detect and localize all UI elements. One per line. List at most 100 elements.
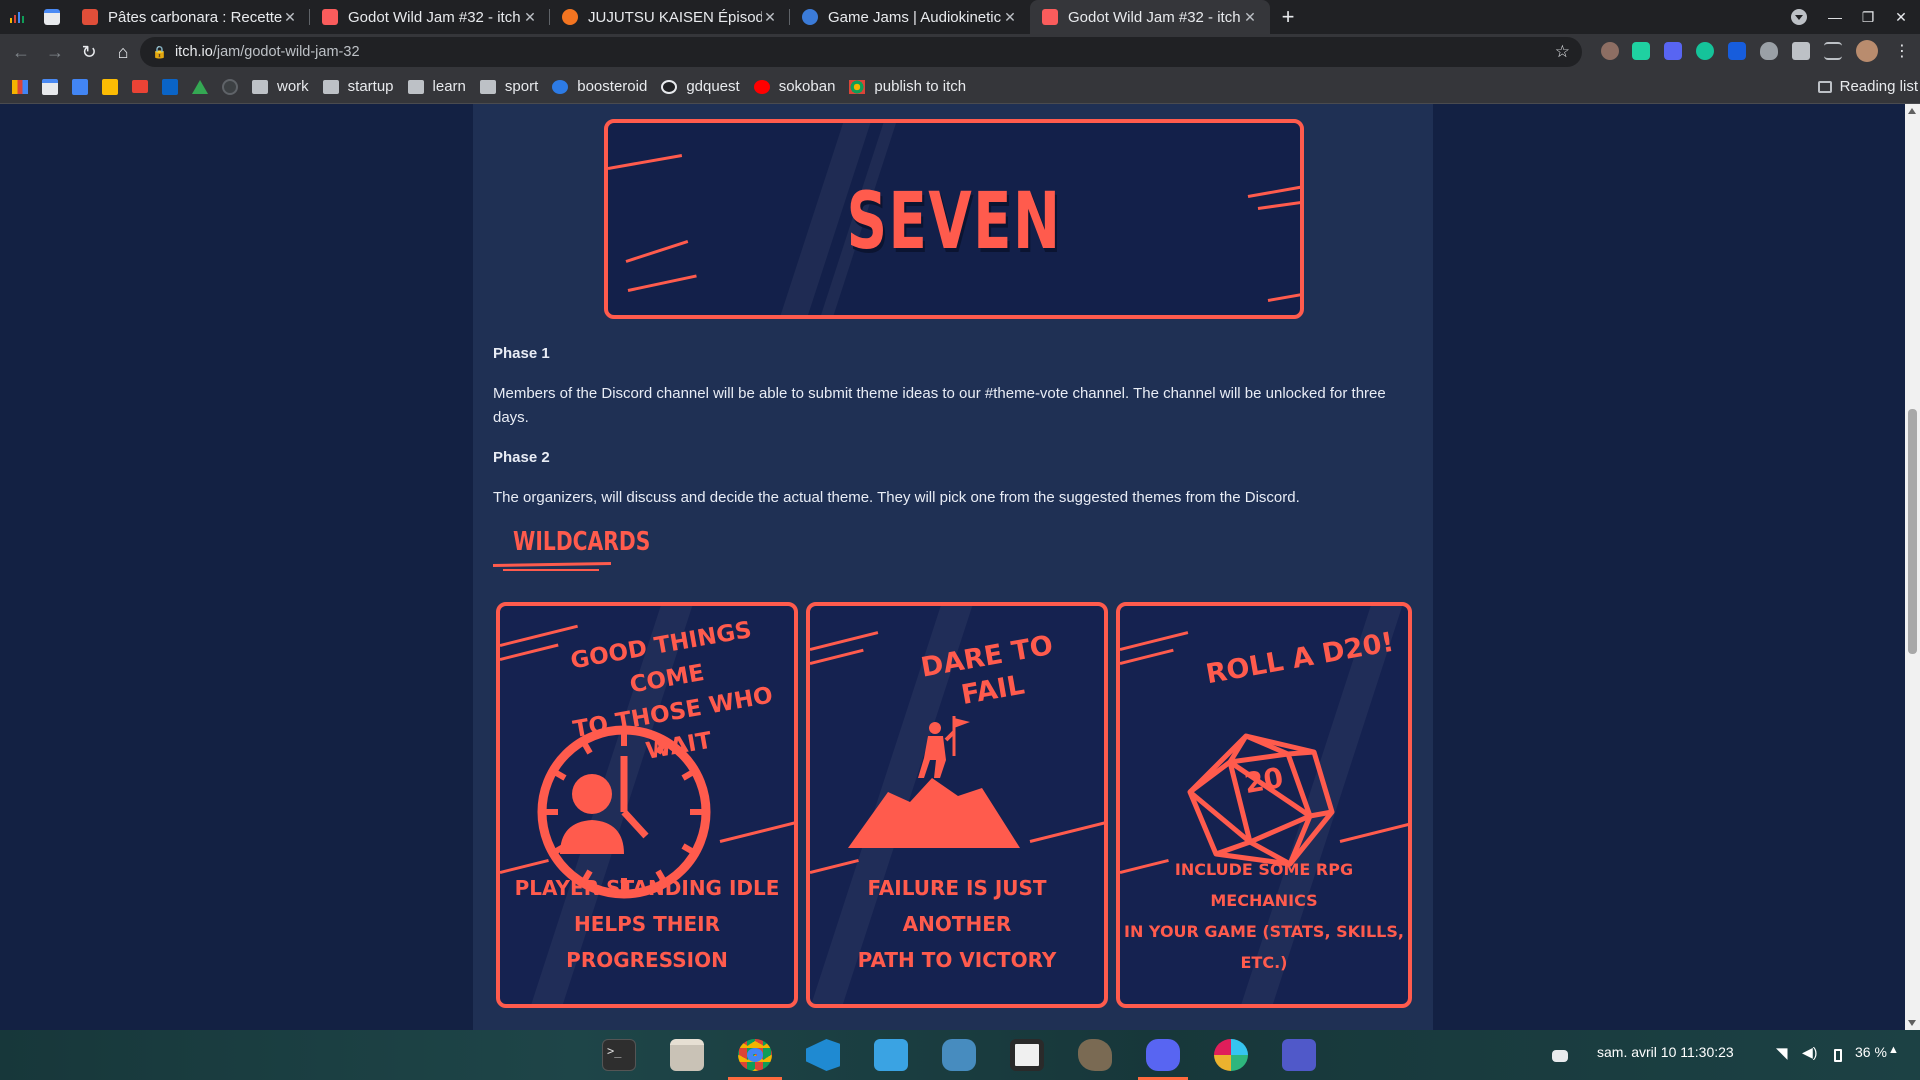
discord-icon[interactable] [1146,1039,1180,1071]
bookmark-label: sport [504,78,539,95]
apps-icon[interactable] [12,79,28,94]
bookmark-sokoban[interactable]: sokoban [753,78,836,95]
extension-icon-6[interactable] [1760,42,1778,60]
browser-chrome: Pâtes carbonara : Recette ✕ Godot Wild J… [0,0,1920,104]
address-bar[interactable]: 🔒 itch.io/jam/godot-wild-jam-32 ☆ [140,37,1582,67]
reading-list-button[interactable]: Reading list [1817,78,1918,95]
bookmark-boosteroid[interactable]: boosteroid [552,78,647,95]
github-bookmark-icon[interactable] [222,78,238,95]
files-icon[interactable] [670,1039,704,1071]
extension-icon-2[interactable] [1632,42,1650,60]
keep-bookmark-icon[interactable] [102,78,118,95]
phase1-body: Members of the Discord channel will be a… [493,385,1386,426]
bitwarden-icon[interactable] [1728,42,1746,60]
close-icon[interactable]: ✕ [762,9,778,26]
pinned-tab[interactable] [34,0,70,34]
url-path: /jam/godot-wild-jam-32 [212,44,360,60]
clock[interactable]: sam. avril 10 11:30:23 [1597,1044,1734,1060]
bookmark-star-icon[interactable]: ☆ [1555,42,1570,62]
page-scrollbar[interactable] [1905,104,1920,1030]
folder-icon [252,79,268,94]
reload-icon[interactable]: ↻ [74,37,104,67]
home-icon[interactable]: ⌂ [108,37,138,67]
tab-audiokinetic[interactable]: Game Jams | Audiokinetic ✕ [790,0,1030,34]
slack-icon[interactable] [1214,1039,1248,1071]
tab-title: JUJUTSU KAISEN Épisode [588,8,762,26]
outlook-bookmark-icon[interactable] [162,78,178,95]
tab-carbonara[interactable]: Pâtes carbonara : Recette ✕ [70,0,310,34]
grammarly-icon[interactable] [1696,42,1714,60]
gimp-icon[interactable] [1078,1039,1112,1071]
tab-godot-jam-active[interactable]: Godot Wild Jam #32 - itch ✕ [1030,0,1270,34]
itch-icon [1042,9,1058,25]
battery-icon[interactable] [1834,1049,1842,1062]
avatar[interactable] [1856,40,1878,62]
theme-banner: SEVEN [604,119,1304,319]
bookmark-label: boosteroid [577,78,648,95]
bookmark-startup[interactable]: startup [322,78,394,95]
drive-bookmark-icon[interactable] [192,79,208,94]
phase2-heading: Phase 2 [493,449,550,466]
gmail-bookmark-icon[interactable] [132,80,148,93]
scroll-up-icon[interactable] [1908,108,1916,114]
d20-die-icon: 20 [1187,733,1335,867]
menu-dots-icon[interactable]: ⋮ [1894,41,1910,61]
close-window-icon[interactable]: ✕ [1885,0,1917,34]
tab-title: Godot Wild Jam #32 - itch [348,8,521,26]
extension-icon-3[interactable] [1664,42,1682,60]
tab-jujutsu[interactable]: JUJUTSU KAISEN Épisode ✕ [550,0,790,34]
calendar-icon [44,9,60,25]
godot-icon[interactable] [942,1039,976,1071]
reading-list-label: Reading list [1839,78,1918,95]
summit-flag-icon [848,716,1020,848]
wifi-icon[interactable]: ◥ [1776,1044,1788,1062]
card-desc-line2: HELPS THEIR PROGRESSION [566,912,728,972]
scroll-down-icon[interactable] [1908,1020,1916,1026]
tab-search-icon[interactable] [0,0,34,34]
die-number: 20 [1242,761,1286,800]
teams-icon[interactable] [1282,1039,1316,1071]
wildcard-good-things: GOOD THINGS COME TO THOSE WHO WAIT PLAYE… [496,602,798,1008]
bookmark-sport[interactable]: sport [479,78,539,95]
tray-chevron-icon[interactable]: ▲ [1888,1044,1899,1056]
card-title-line1: DARE TO FAIL [918,629,1056,712]
toolbar: ← → ↻ ⌂ 🔒 itch.io/jam/godot-wild-jam-32 … [0,34,1920,70]
scrollbar-thumb[interactable] [1908,409,1917,654]
phase1-heading: Phase 1 [493,345,550,362]
extension-icon-1[interactable] [1601,42,1619,60]
bookmark-gdquest[interactable]: gdquest [661,78,740,95]
app-icon-5[interactable] [874,1039,908,1071]
terminal-icon[interactable]: >_ [602,1039,636,1071]
new-tab-button[interactable]: + [1270,0,1306,34]
back-icon[interactable]: ← [6,37,36,67]
crunchyroll-icon [562,9,578,25]
twitch-icon[interactable] [1010,1039,1044,1071]
forward-icon[interactable]: → [40,37,70,67]
close-icon[interactable]: ✕ [282,9,298,26]
bookmark-label: sokoban [778,78,836,95]
tab-godot-jam-1[interactable]: Godot Wild Jam #32 - itch ✕ [310,0,550,34]
reading-list-icon [1817,80,1832,93]
close-icon[interactable]: ✕ [1242,9,1258,26]
docs-bookmark-icon[interactable] [72,78,88,95]
chrome-icon[interactable] [738,1039,772,1071]
discord-tray-icon[interactable] [1552,1050,1568,1062]
puzzle-extensions-icon[interactable] [1792,42,1810,60]
audiokinetic-icon [802,9,818,25]
tab-list-icon[interactable] [1783,0,1815,34]
volume-icon[interactable]: ◀) [1802,1044,1817,1061]
bookmarks-bar: work startup learn sport boosteroid gdqu… [0,70,1920,104]
close-icon[interactable]: ✕ [1002,9,1018,26]
minimize-icon[interactable]: — [1819,0,1851,34]
wildcard-roll-d20: ROLL A D20! 20 INCLUDE SOME RPG MECHANIC… [1116,602,1412,1008]
url-host: itch.io [174,44,213,60]
phase2-body: The organizers, will discuss and decide … [493,489,1300,506]
bookmark-work[interactable]: work [252,78,309,95]
media-control-icon[interactable] [1824,42,1842,60]
bookmark-learn[interactable]: learn [407,78,466,95]
calendar-bookmark-icon[interactable] [42,78,58,95]
restore-icon[interactable]: ❐ [1852,0,1884,34]
close-icon[interactable]: ✕ [522,9,538,26]
card-desc-line1: INCLUDE SOME RPG MECHANICS [1174,860,1354,910]
bookmark-publish-to-itch[interactable]: publish to itch [849,78,966,95]
